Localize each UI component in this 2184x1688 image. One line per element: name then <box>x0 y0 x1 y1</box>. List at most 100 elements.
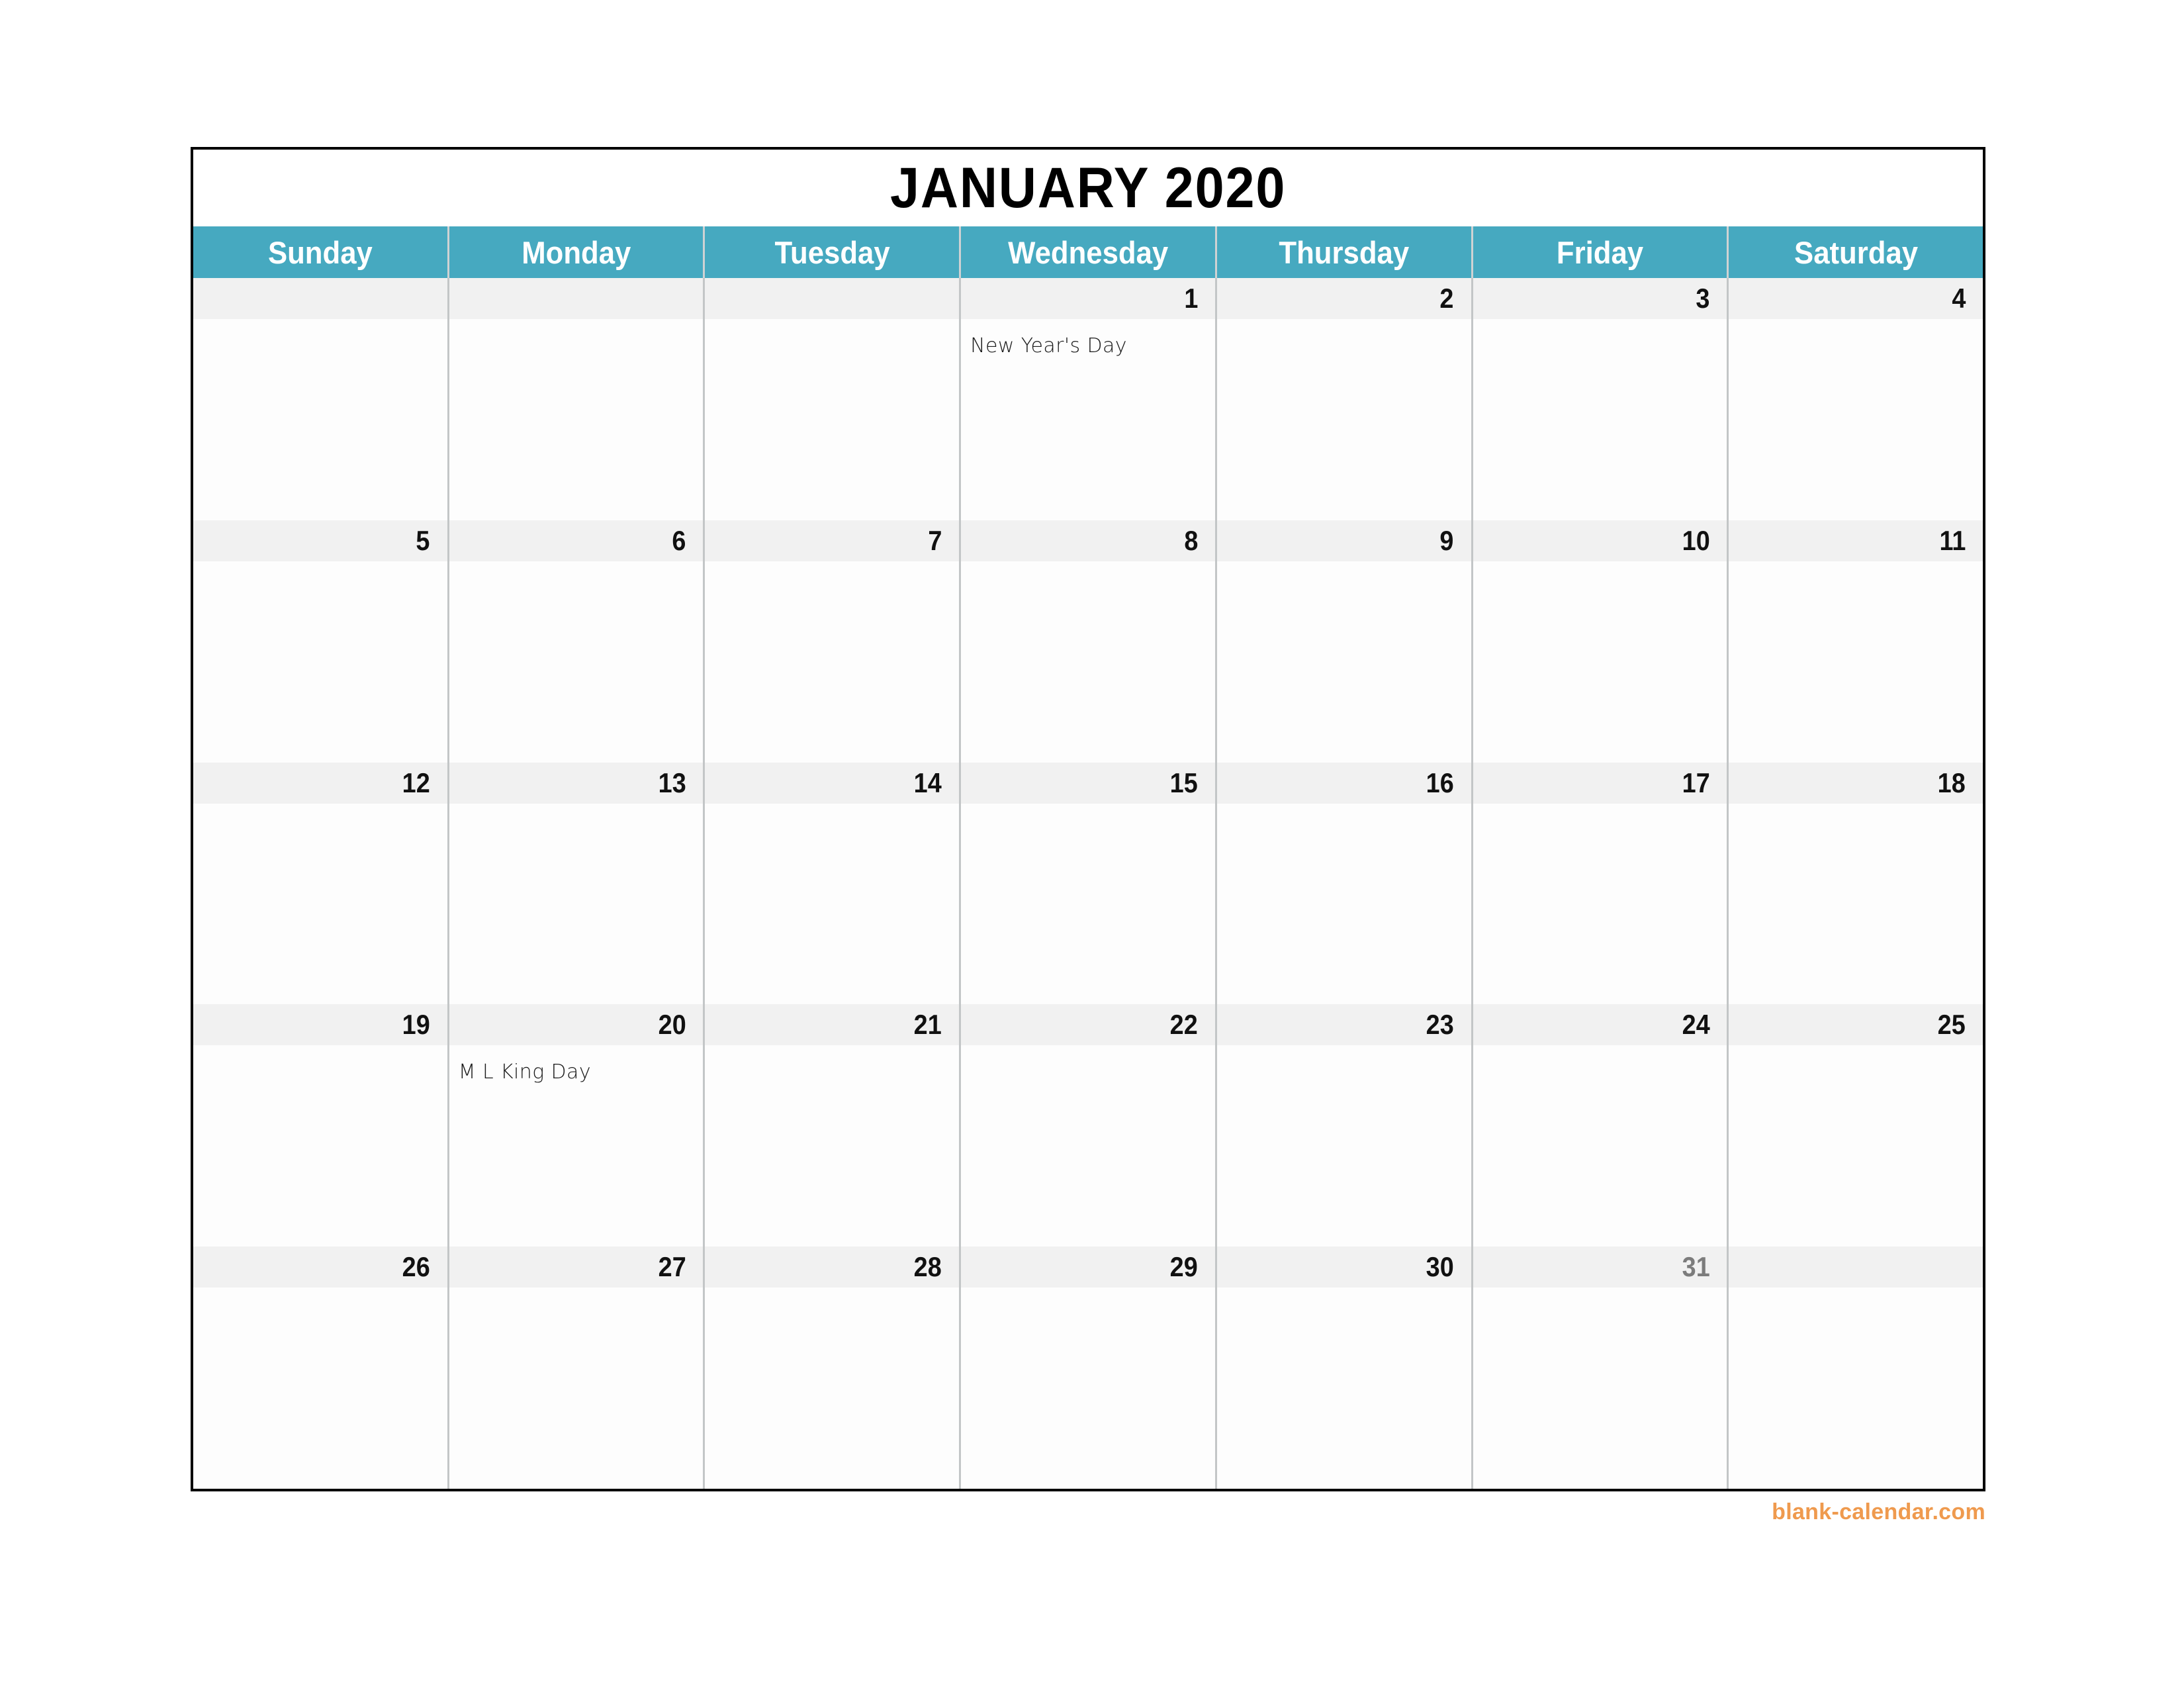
weekday-label: Thursday <box>1279 234 1410 270</box>
day-number: 28 <box>914 1251 942 1283</box>
day-cell-16[interactable]: 16 <box>1216 762 1473 1005</box>
watermark-link[interactable]: blank-calendar.com <box>1772 1499 1985 1525</box>
day-content-area[interactable] <box>193 319 447 520</box>
day-content-area[interactable] <box>705 803 960 1005</box>
day-cell-24[interactable]: 24 <box>1473 1004 1729 1247</box>
day-content-area[interactable]: New Year's Day <box>961 319 1215 520</box>
day-cell-15[interactable]: 15 <box>961 762 1217 1005</box>
day-content-area[interactable] <box>1473 1288 1727 1489</box>
day-content-area[interactable] <box>1729 1045 1983 1247</box>
day-cell-19[interactable]: 19 <box>193 1004 449 1247</box>
day-number-band: 22 <box>961 1004 1215 1046</box>
day-cell-empty-tuesday[interactable] <box>705 278 962 520</box>
day-cell-12[interactable]: 12 <box>193 762 449 1005</box>
day-cell-27[interactable]: 27 <box>449 1246 705 1489</box>
day-content-area[interactable] <box>193 561 447 763</box>
calendar-weeks-grid: 1 New Year's Day 2 3 4 5 6 7 8 9 10 11 12 13 14 15 16 17 1… <box>193 278 1983 1489</box>
day-content-area[interactable] <box>1729 1288 1983 1489</box>
day-number: 2 <box>1439 283 1454 314</box>
day-content-area[interactable] <box>1216 561 1471 763</box>
day-number-band: 5 <box>193 520 447 561</box>
day-cell-26[interactable]: 26 <box>193 1246 449 1489</box>
day-cell-14[interactable]: 14 <box>705 762 962 1005</box>
day-cell-28[interactable]: 28 <box>705 1246 962 1489</box>
day-content-area[interactable] <box>1216 1045 1471 1247</box>
day-content-area[interactable] <box>1729 319 1983 520</box>
day-cell-empty-saturday[interactable] <box>1729 1246 1983 1489</box>
day-content-area[interactable] <box>1216 803 1471 1005</box>
day-content-area[interactable] <box>449 1288 704 1489</box>
day-number-band: 8 <box>961 520 1215 561</box>
day-content-area[interactable] <box>1216 1288 1471 1489</box>
day-number-band: 2 <box>1216 278 1471 319</box>
weekday-header-tuesday: Tuesday <box>705 226 962 278</box>
day-number: 21 <box>914 1009 942 1041</box>
day-content-area[interactable] <box>1473 1045 1727 1247</box>
day-cell-8[interactable]: 8 <box>961 520 1217 763</box>
day-cell-13[interactable]: 13 <box>449 762 705 1005</box>
day-cell-2[interactable]: 2 <box>1216 278 1473 520</box>
day-content-area[interactable] <box>1473 803 1727 1005</box>
day-cell-25[interactable]: 25 <box>1729 1004 1983 1247</box>
day-number-band: 19 <box>193 1004 447 1046</box>
day-content-area[interactable] <box>705 1288 960 1489</box>
day-cell-18[interactable]: 18 <box>1729 762 1983 1005</box>
day-cell-22[interactable]: 22 <box>961 1004 1217 1247</box>
day-content-area[interactable] <box>449 319 704 520</box>
day-content-area[interactable]: M L King Day <box>449 1045 704 1247</box>
day-number-band: 30 <box>1216 1246 1471 1288</box>
day-cell-21[interactable]: 21 <box>705 1004 962 1247</box>
day-content-area[interactable] <box>449 561 704 763</box>
day-number: 11 <box>1939 524 1966 556</box>
day-number-band: 10 <box>1473 520 1727 561</box>
day-number-band <box>1729 1246 1983 1288</box>
day-cell-5[interactable]: 5 <box>193 520 449 763</box>
day-cell-29[interactable]: 29 <box>961 1246 1217 1489</box>
day-content-area[interactable] <box>449 803 704 1005</box>
day-number-band: 29 <box>961 1246 1215 1288</box>
day-cell-23[interactable]: 23 <box>1216 1004 1473 1247</box>
day-cell-4[interactable]: 4 <box>1729 278 1983 520</box>
day-number: 10 <box>1682 524 1710 556</box>
day-cell-7[interactable]: 7 <box>705 520 962 763</box>
day-cell-empty-monday[interactable] <box>449 278 705 520</box>
day-content-area[interactable] <box>193 803 447 1005</box>
day-number: 7 <box>928 524 942 556</box>
day-number: 17 <box>1682 767 1710 798</box>
day-content-area[interactable] <box>193 1045 447 1247</box>
weekday-label: Tuesday <box>774 234 890 270</box>
day-content-area[interactable] <box>1473 561 1727 763</box>
day-content-area[interactable] <box>1729 561 1983 763</box>
day-content-area[interactable] <box>705 1045 960 1247</box>
day-cell-empty-sunday[interactable] <box>193 278 449 520</box>
day-number: 9 <box>1439 524 1454 556</box>
day-content-area[interactable] <box>193 1288 447 1489</box>
day-cell-3[interactable]: 3 <box>1473 278 1729 520</box>
day-number-band: 21 <box>705 1004 960 1046</box>
day-cell-17[interactable]: 17 <box>1473 762 1729 1005</box>
day-cell-9[interactable]: 9 <box>1216 520 1473 763</box>
day-cell-20[interactable]: 20 M L King Day <box>449 1004 705 1247</box>
day-cell-10[interactable]: 10 <box>1473 520 1729 763</box>
day-content-area[interactable] <box>961 1288 1215 1489</box>
day-number: 19 <box>402 1009 430 1041</box>
day-number-band: 26 <box>193 1246 447 1288</box>
day-content-area[interactable] <box>1473 319 1727 520</box>
day-cell-1[interactable]: 1 New Year's Day <box>961 278 1217 520</box>
day-cell-31[interactable]: 31 <box>1473 1246 1729 1489</box>
day-cell-30[interactable]: 30 <box>1216 1246 1473 1489</box>
weekday-label: Saturday <box>1794 234 1918 270</box>
day-content-area[interactable] <box>705 561 960 763</box>
day-content-area[interactable] <box>961 1045 1215 1247</box>
day-cell-6[interactable]: 6 <box>449 520 705 763</box>
day-cell-11[interactable]: 11 <box>1729 520 1983 763</box>
day-content-area[interactable] <box>1216 319 1471 520</box>
day-content-area[interactable] <box>705 319 960 520</box>
day-event-label: New Year's Day <box>970 334 1127 357</box>
day-number-band: 9 <box>1216 520 1471 561</box>
day-content-area[interactable] <box>961 561 1215 763</box>
day-number: 26 <box>402 1251 430 1283</box>
day-content-area[interactable] <box>961 803 1215 1005</box>
weekday-header-friday: Friday <box>1473 226 1729 278</box>
day-content-area[interactable] <box>1729 803 1983 1005</box>
